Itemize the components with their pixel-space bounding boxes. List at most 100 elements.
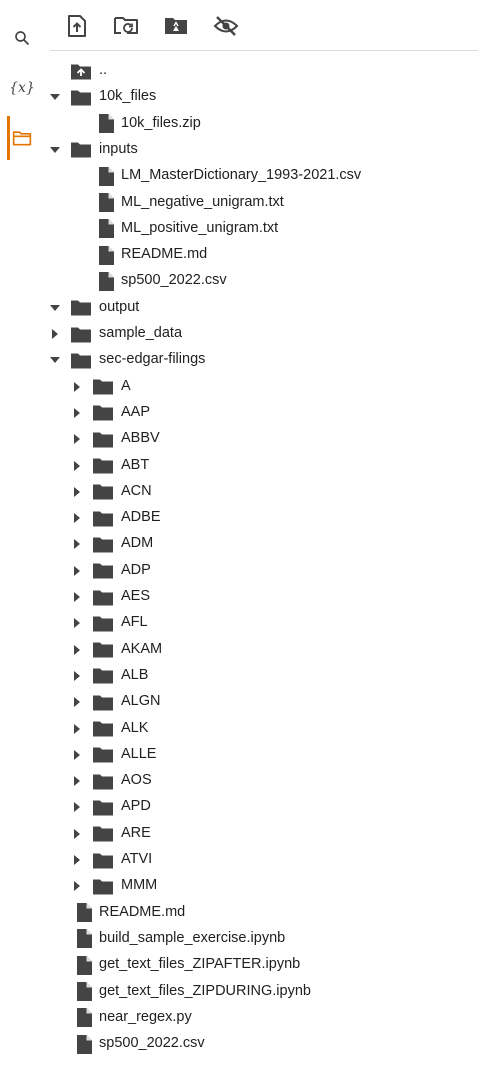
chevron-right-icon[interactable] — [70, 853, 84, 867]
folder-row[interactable]: sec-edgar-filings — [44, 347, 484, 373]
folder-row[interactable]: AAP — [44, 400, 484, 426]
file-row[interactable]: get_text_files_ZIPDURING.ipynb — [44, 979, 484, 1005]
folder-row[interactable]: AKAM — [44, 637, 484, 663]
file-row[interactable]: build_sample_exercise.ipynb — [44, 926, 484, 952]
tree-item-label: 10k_files — [99, 88, 157, 105]
file-row[interactable]: README.md — [44, 242, 484, 268]
chevron-right-icon[interactable] — [70, 590, 84, 604]
tree-item-label: ALK — [121, 719, 149, 736]
chevron-right-icon[interactable] — [70, 537, 84, 551]
tree-item-label: AAP — [121, 403, 151, 420]
file-row[interactable]: sp500_2022.csv — [44, 268, 484, 294]
file-row[interactable]: ML_negative_unigram.txt — [44, 190, 484, 216]
file-row[interactable]: 10k_files.zip — [44, 111, 484, 137]
folder-row[interactable]: ADBE — [44, 505, 484, 531]
folder-icon — [93, 587, 113, 607]
folder-row[interactable]: ABT — [44, 453, 484, 479]
file-row[interactable]: near_regex.py — [44, 1005, 484, 1031]
chevron-down-icon[interactable] — [48, 353, 62, 367]
chevron-right-icon[interactable] — [70, 380, 84, 394]
tree-item-label: ALLE — [121, 745, 157, 762]
file-icon — [74, 982, 94, 1002]
chevron-right-icon[interactable] — [70, 827, 84, 841]
folder-icon[interactable] — [6, 122, 38, 154]
folder-row[interactable]: ADM — [44, 531, 484, 557]
upload-file-icon[interactable] — [63, 12, 91, 40]
tree-item-label: ADBE — [121, 509, 161, 526]
chevron-right-icon[interactable] — [70, 406, 84, 420]
folder-row[interactable]: inputs — [44, 137, 484, 163]
chevron-right-icon[interactable] — [70, 616, 84, 630]
chevron-right-icon[interactable] — [70, 485, 84, 499]
chevron-down-icon[interactable] — [48, 90, 62, 104]
folder-row[interactable]: ALGN — [44, 689, 484, 715]
folder-icon — [93, 771, 113, 791]
chevron-right-icon[interactable] — [48, 327, 62, 341]
chevron-down-icon[interactable] — [48, 301, 62, 315]
chevron-right-icon[interactable] — [70, 879, 84, 893]
file-toolbar — [50, 0, 478, 51]
parent-dir-row[interactable]: .. — [44, 58, 484, 84]
folder-row[interactable]: ADP — [44, 558, 484, 584]
chevron-right-icon[interactable] — [70, 800, 84, 814]
tree-item-label: ADM — [121, 535, 154, 552]
file-row[interactable]: get_text_files_ZIPAFTER.ipynb — [44, 952, 484, 978]
file-row[interactable]: ML_positive_unigram.txt — [44, 216, 484, 242]
chevron-right-icon[interactable] — [70, 695, 84, 709]
chevron-right-icon[interactable] — [70, 511, 84, 525]
search-icon[interactable] — [6, 22, 38, 54]
chevron-right-icon[interactable] — [70, 748, 84, 762]
chevron-right-icon[interactable] — [70, 722, 84, 736]
folder-row[interactable]: AFL — [44, 610, 484, 636]
variables-button[interactable]: {x} — [6, 72, 38, 104]
hide-icon[interactable] — [212, 12, 240, 40]
file-icon — [96, 245, 116, 265]
folder-row[interactable]: A — [44, 374, 484, 400]
chevron-right-icon[interactable] — [70, 643, 84, 657]
folder-row[interactable]: 10k_files — [44, 84, 484, 110]
tree-item-label: near_regex.py — [99, 1008, 192, 1025]
tree-item-label: get_text_files_ZIPDURING.ipynb — [99, 982, 311, 999]
tree-item-label: ALGN — [121, 693, 161, 710]
folder-row[interactable]: output — [44, 295, 484, 321]
chevron-down-icon[interactable] — [48, 143, 62, 157]
folder-row[interactable]: AES — [44, 584, 484, 610]
tree-item-label: APD — [121, 798, 151, 815]
folder-row[interactable]: APD — [44, 794, 484, 820]
folder-icon — [93, 613, 113, 633]
folder-icon — [93, 824, 113, 844]
folder-row[interactable]: ACN — [44, 479, 484, 505]
folder-icon — [71, 298, 91, 318]
folder-icon — [93, 797, 113, 817]
folder-row[interactable]: ARE — [44, 821, 484, 847]
tree-item-label: README.md — [99, 903, 186, 920]
file-row[interactable]: README.md — [44, 900, 484, 926]
file-row[interactable]: sp500_2022.csv — [44, 1031, 484, 1057]
tree-item-label: AES — [121, 588, 151, 604]
tree-item-label: ABBV — [121, 430, 160, 447]
refresh-icon[interactable] — [112, 12, 140, 40]
folder-row[interactable]: ALLE — [44, 742, 484, 768]
tree-item-label: output — [99, 298, 140, 315]
chevron-right-icon[interactable] — [70, 432, 84, 446]
chevron-right-icon[interactable] — [70, 774, 84, 788]
file-icon — [74, 929, 94, 949]
chevron-right-icon[interactable] — [70, 669, 84, 683]
tree-item-label: sp500_2022.csv — [121, 272, 227, 289]
folder-row[interactable]: ABBV — [44, 426, 484, 452]
left-rail: {x} — [0, 0, 44, 1070]
folder-row[interactable]: AOS — [44, 768, 484, 794]
folder-row[interactable]: ALB — [44, 663, 484, 689]
file-row[interactable]: LM_MasterDictionary_1993-2021.csv — [44, 163, 484, 189]
tree-item-label: AFL — [121, 614, 148, 631]
folder-row[interactable]: ATVI — [44, 847, 484, 873]
folder-row[interactable]: ALK — [44, 716, 484, 742]
chevron-right-icon[interactable] — [70, 564, 84, 578]
chevron-right-icon[interactable] — [70, 459, 84, 473]
mount-drive-icon[interactable] — [162, 12, 190, 40]
tree-item-label: README.md — [121, 246, 208, 263]
folder-icon — [93, 508, 113, 528]
folder-row[interactable]: sample_data — [44, 321, 484, 347]
folder-row[interactable]: MMM — [44, 873, 484, 899]
folder-icon — [93, 482, 113, 502]
